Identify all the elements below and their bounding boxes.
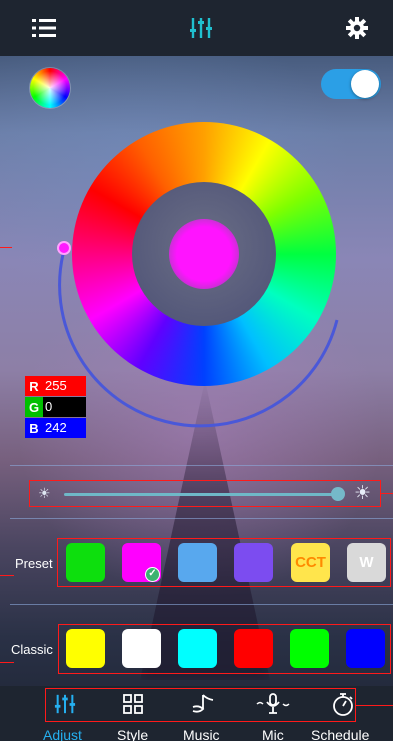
slider-track[interactable] bbox=[64, 493, 338, 496]
annotation-line bbox=[0, 247, 12, 248]
rgb-row-g: G 0 bbox=[25, 397, 86, 417]
rgb-row-b: B 242 bbox=[25, 418, 86, 438]
nav-style[interactable] bbox=[98, 690, 168, 718]
nav-mic[interactable] bbox=[238, 690, 308, 718]
microphone-icon bbox=[238, 690, 308, 718]
preset-swatch-cct[interactable]: CCT bbox=[291, 543, 330, 582]
preset-swatch-green[interactable] bbox=[66, 543, 105, 582]
nav-style-label[interactable]: Style bbox=[117, 727, 148, 741]
selected-check-icon: ✓ bbox=[145, 567, 160, 582]
nav-schedule-label[interactable]: Schedule bbox=[311, 727, 369, 741]
brightness-slider[interactable]: ☀ ☀ bbox=[29, 480, 381, 507]
preset-row: ✓ CCT W bbox=[57, 538, 391, 587]
toggle-knob bbox=[351, 70, 379, 98]
b-value: 242 bbox=[43, 418, 86, 438]
annotation-line bbox=[0, 575, 14, 576]
nav-music-label[interactable]: Music bbox=[183, 727, 220, 741]
stopwatch-icon bbox=[308, 690, 378, 718]
classic-swatch-red[interactable] bbox=[234, 629, 273, 668]
nav-adjust[interactable] bbox=[30, 690, 100, 718]
r-value: 255 bbox=[43, 376, 86, 396]
preset-swatch-magenta[interactable]: ✓ bbox=[122, 543, 161, 582]
grid-icon bbox=[98, 690, 168, 718]
classic-swatch-blue[interactable] bbox=[346, 629, 385, 668]
annotation-line bbox=[0, 662, 14, 663]
menu-icon[interactable] bbox=[30, 14, 58, 42]
g-label: G bbox=[25, 397, 43, 417]
app-screen: R 255 G 0 B 242 ☀ ☀ Preset ✓ CCT W Class… bbox=[0, 0, 393, 741]
g-value: 0 bbox=[43, 397, 86, 417]
brightness-low-icon: ☀ bbox=[38, 485, 51, 501]
color-palette-icon[interactable] bbox=[30, 68, 70, 108]
divider bbox=[10, 465, 393, 466]
gear-icon[interactable] bbox=[343, 14, 371, 42]
rgb-row-r: R 255 bbox=[25, 376, 86, 396]
r-label: R bbox=[25, 376, 43, 396]
divider bbox=[10, 518, 393, 519]
sliders-icon bbox=[30, 690, 100, 718]
brightness-high-icon: ☀ bbox=[353, 483, 371, 504]
preset-swatch-light-blue[interactable] bbox=[178, 543, 217, 582]
preset-swatch-purple[interactable] bbox=[234, 543, 273, 582]
preset-label: Preset bbox=[15, 556, 53, 571]
rgb-readout: R 255 G 0 B 242 bbox=[25, 376, 86, 439]
sliders-icon bbox=[187, 14, 215, 42]
divider bbox=[10, 604, 393, 605]
classic-label: Classic bbox=[11, 642, 53, 657]
classic-swatch-yellow[interactable] bbox=[66, 629, 105, 668]
preset-swatch-white[interactable]: W bbox=[347, 543, 386, 582]
top-bar bbox=[0, 0, 393, 56]
nav-adjust-label[interactable]: Adjust bbox=[43, 727, 82, 741]
classic-swatch-white[interactable] bbox=[122, 629, 161, 668]
power-toggle[interactable] bbox=[321, 69, 381, 99]
nav-music[interactable] bbox=[168, 690, 238, 718]
music-note-icon bbox=[168, 690, 238, 718]
saturation-arc[interactable] bbox=[52, 230, 352, 430]
slider-thumb[interactable] bbox=[331, 487, 345, 501]
nav-mic-label[interactable]: Mic bbox=[262, 727, 284, 741]
b-label: B bbox=[25, 418, 43, 438]
annotation-line bbox=[381, 493, 393, 494]
nav-schedule[interactable] bbox=[308, 690, 378, 718]
classic-swatch-cyan[interactable] bbox=[178, 629, 217, 668]
saturation-handle[interactable] bbox=[57, 241, 71, 255]
classic-row bbox=[58, 624, 391, 674]
classic-swatch-green[interactable] bbox=[290, 629, 329, 668]
